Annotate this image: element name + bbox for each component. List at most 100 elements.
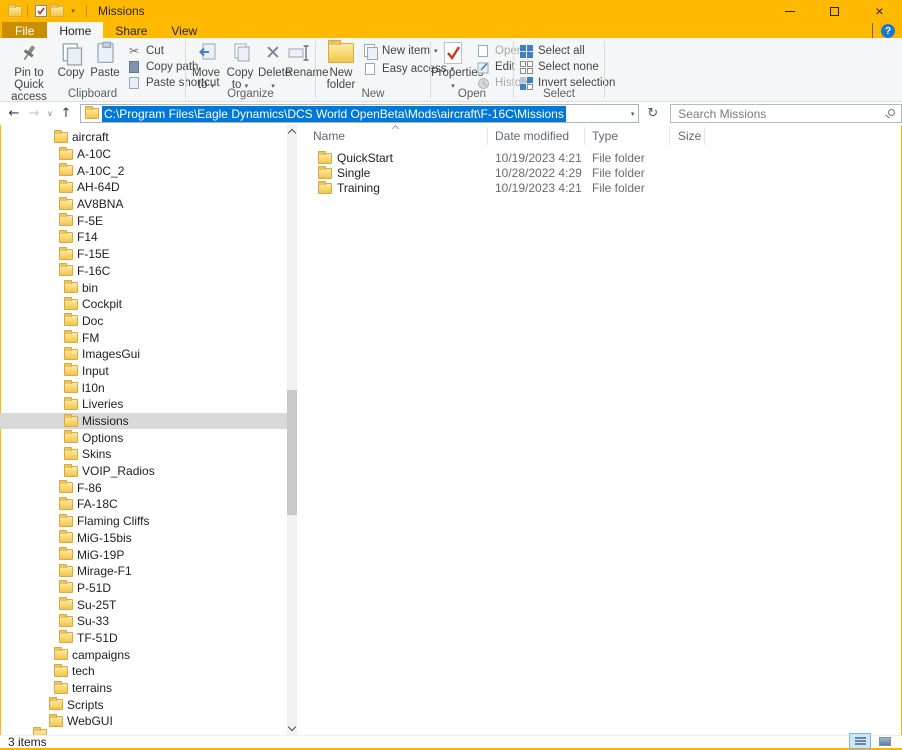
file-row[interactable]: Single 10/28/2022 4:29 PM File folder: [300, 165, 902, 180]
new-folder-button[interactable]: New folder: [322, 40, 360, 91]
folder-icon: [59, 229, 73, 243]
tree-scrollbar[interactable]: [287, 125, 297, 735]
help-icon[interactable]: ?: [881, 24, 895, 38]
tree-item[interactable]: Doc: [0, 313, 287, 330]
recent-locations-chevron-icon[interactable]: ∨: [44, 109, 56, 118]
tree-item[interactable]: Su-25T: [0, 596, 287, 613]
tree-item[interactable]: Skins: [0, 446, 287, 463]
tree-item[interactable]: TF-51D: [0, 630, 287, 647]
tab-home[interactable]: Home: [47, 22, 104, 38]
select-none-button[interactable]: Select none: [518, 59, 599, 75]
tree-item[interactable]: Su-33: [0, 613, 287, 630]
delete-x-icon: ✕: [265, 42, 281, 64]
tab-share[interactable]: Share: [103, 22, 159, 38]
address-dropdown-chevron-icon[interactable]: ▾: [631, 110, 635, 118]
file-name-cell[interactable]: Single: [300, 166, 488, 180]
tree-item[interactable]: MiG-15bis: [0, 530, 287, 547]
tree-item-label: Missions: [82, 414, 129, 429]
tree-item[interactable]: F-86: [0, 479, 287, 496]
tree-item[interactable]: F-16C: [0, 263, 287, 280]
copy-button[interactable]: Copy: [55, 40, 87, 79]
tree-item[interactable]: aircraft: [0, 129, 287, 146]
details-view-button[interactable]: [849, 733, 871, 749]
search-box[interactable]: [670, 104, 902, 123]
large-icons-view-button[interactable]: [874, 733, 896, 749]
file-name-cell[interactable]: Training: [300, 181, 488, 195]
refresh-button[interactable]: ↻: [647, 106, 658, 121]
tree-item[interactable]: bin: [0, 279, 287, 296]
tree-item[interactable]: Input: [0, 363, 287, 380]
select-all-button[interactable]: Select all: [518, 43, 585, 59]
back-button[interactable]: ←: [4, 106, 24, 121]
minimize-button[interactable]: [767, 0, 812, 22]
file-row[interactable]: QuickStart 10/19/2023 4:21 PM File folde…: [300, 150, 902, 165]
tree-item-label: MiG-15bis: [77, 530, 132, 545]
copy-path-icon: [126, 61, 142, 73]
tree-item[interactable]: tech: [0, 663, 287, 680]
column-header-date-modified[interactable]: Date modified: [488, 127, 585, 145]
tree-scrollbar-thumb[interactable]: [287, 390, 297, 515]
address-bar[interactable]: C:\Program Files\Eagle Dynamics\DCS Worl…: [79, 104, 640, 123]
scroll-up-icon[interactable]: [287, 128, 297, 138]
tree-item[interactable]: P-51D: [0, 580, 287, 597]
search-input[interactable]: [678, 106, 879, 121]
file-name-cell[interactable]: QuickStart: [300, 151, 488, 165]
column-header-type[interactable]: Type: [585, 127, 670, 145]
move-to-button[interactable]: Move to ▾: [190, 40, 222, 92]
copy-to-icon: [224, 40, 256, 66]
tree-item[interactable]: Liveries: [0, 396, 287, 413]
folder-icon: [59, 496, 73, 510]
tree-item[interactable]: AV8BNA: [0, 196, 287, 213]
tab-file[interactable]: File: [2, 22, 48, 38]
rename-button[interactable]: Rename: [285, 40, 328, 79]
tree-item[interactable]: Scripts: [0, 696, 287, 713]
tree-item[interactable]: F-5E: [0, 212, 287, 229]
tree-item[interactable]: l10n: [0, 379, 287, 396]
tree-item[interactable]: campaigns: [0, 646, 287, 663]
copy-to-button[interactable]: Copy to ▾: [224, 40, 256, 92]
paste-button[interactable]: Paste: [88, 40, 122, 79]
tree-item[interactable]: F14: [0, 229, 287, 246]
edit-button[interactable]: Edit: [475, 59, 515, 75]
tree-item[interactable]: Missions: [0, 412, 287, 430]
folder-icon: [54, 663, 68, 677]
address-path-text[interactable]: C:\Program Files\Eagle Dynamics\DCS Worl…: [101, 105, 566, 122]
ribbon-group-open: Properties▾ Open ▾ Edit History Open: [431, 38, 531, 101]
folder-icon: [59, 163, 73, 177]
column-header-size[interactable]: Size: [670, 127, 705, 145]
customize-quick-access-chevron-icon[interactable]: ▾: [65, 2, 81, 20]
tree-item[interactable]: MiG-19P: [0, 546, 287, 563]
file-row[interactable]: Training 10/19/2023 4:21 PM File folder: [300, 180, 902, 195]
new-folder-quick-icon[interactable]: [49, 2, 65, 20]
tree-item[interactable]: FM: [0, 329, 287, 346]
scroll-down-icon[interactable]: [287, 722, 297, 732]
up-button[interactable]: ↑: [56, 106, 76, 121]
folder-icon: [64, 446, 78, 460]
tree-item[interactable]: VOIP_Radios: [0, 463, 287, 480]
maximize-button[interactable]: [812, 0, 857, 22]
tree-item[interactable]: terrains: [0, 680, 287, 697]
tree-item[interactable]: WebGUI: [0, 713, 287, 730]
file-type-cell: File folder: [592, 150, 645, 165]
tree-item[interactable]: F-15E: [0, 246, 287, 263]
properties-button[interactable]: Properties ▾: [431, 40, 483, 92]
tree-item[interactable]: FA-18C: [0, 496, 287, 513]
tree-item[interactable]: Cockpit: [0, 296, 287, 313]
tree-item-label: MiG-19P: [77, 547, 125, 562]
tree-item[interactable]: Mirage-F1: [0, 563, 287, 580]
tree-item-label: F-16C: [77, 263, 111, 278]
close-button[interactable]: ×: [857, 0, 902, 22]
tree-item[interactable]: A-10C: [0, 146, 287, 163]
tree-item[interactable]: Flaming Cliffs: [0, 513, 287, 530]
tab-view[interactable]: View: [159, 22, 209, 38]
column-header-name[interactable]: Name: [300, 124, 488, 145]
cut-button[interactable]: ✂ Cut: [126, 43, 164, 59]
tree-item[interactable]: A-10C_2: [0, 162, 287, 179]
new-item-button[interactable]: New item ▾: [362, 43, 437, 60]
tree-item[interactable]: ImagesGui: [0, 346, 287, 363]
collapse-ribbon-button[interactable]: [872, 23, 873, 38]
delete-button[interactable]: ✕ Delete ▾: [258, 40, 291, 92]
properties-quick-icon[interactable]: [33, 2, 49, 20]
tree-item[interactable]: Options: [0, 429, 287, 446]
tree-item[interactable]: AH-64D: [0, 179, 287, 196]
